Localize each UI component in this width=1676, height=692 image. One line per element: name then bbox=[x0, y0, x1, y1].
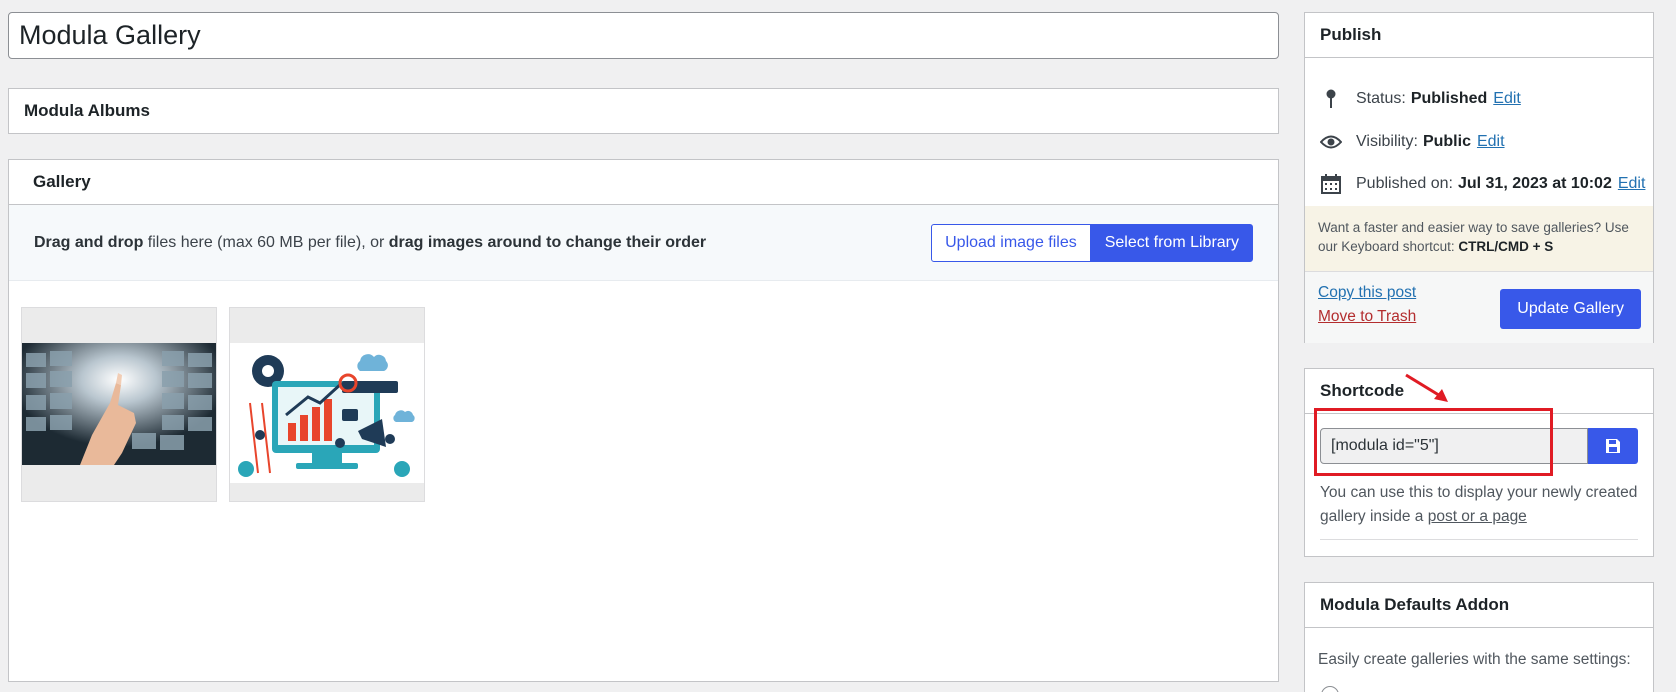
update-gallery-button[interactable]: Update Gallery bbox=[1500, 289, 1641, 329]
calendar-icon bbox=[1320, 173, 1342, 195]
gallery-thumbnails bbox=[21, 307, 425, 502]
defaults-radio[interactable] bbox=[1321, 686, 1339, 692]
dropzone-text-1: files here (max 60 MB per file), or bbox=[143, 233, 389, 251]
gallery-box: Gallery Drag and drop files here (max 60… bbox=[8, 159, 1279, 682]
visibility-row: Visibility: Public Edit bbox=[1320, 131, 1505, 153]
copy-post-link[interactable]: Copy this post bbox=[1318, 284, 1416, 302]
save-icon bbox=[1606, 439, 1620, 453]
shortcode-description: You can use this to display your newly c… bbox=[1320, 481, 1640, 529]
dropzone-strong-2: drag images around to change their order bbox=[388, 233, 707, 251]
publish-box-title[interactable]: Publish bbox=[1305, 13, 1653, 58]
copy-shortcode-button[interactable] bbox=[1588, 428, 1638, 464]
status-value: Published bbox=[1410, 90, 1488, 107]
defaults-addon-title[interactable]: Modula Defaults Addon bbox=[1305, 583, 1653, 628]
select-from-library-button[interactable]: Select from Library bbox=[1090, 223, 1253, 262]
publish-actions: Copy this post Move to Trash Update Gall… bbox=[1305, 271, 1653, 343]
shortcode-divider bbox=[1320, 539, 1638, 540]
dropzone-strong-1: Drag and drop bbox=[34, 233, 144, 251]
notice-shortcut: CTRL/CMD + S bbox=[1458, 239, 1554, 254]
edit-status-link[interactable]: Edit bbox=[1493, 90, 1521, 108]
status-row: Status: Published Edit bbox=[1320, 88, 1521, 110]
edit-visibility-link[interactable]: Edit bbox=[1477, 133, 1505, 151]
pin-icon bbox=[1320, 88, 1342, 110]
dropzone[interactable]: Drag and drop files here (max 60 MB per … bbox=[9, 205, 1278, 281]
dropzone-text: Drag and drop files here (max 60 MB per … bbox=[34, 234, 706, 252]
eye-icon bbox=[1320, 131, 1342, 153]
edit-date-link[interactable]: Edit bbox=[1618, 175, 1646, 193]
status-label: Status: bbox=[1356, 90, 1406, 107]
post-title-input[interactable] bbox=[8, 12, 1279, 59]
keyboard-shortcut-notice: Want a faster and easier way to save gal… bbox=[1305, 206, 1653, 271]
modula-albums-box: Modula Albums bbox=[8, 88, 1279, 134]
gallery-image-2[interactable] bbox=[229, 307, 425, 502]
published-on-label: Published on: bbox=[1356, 175, 1453, 192]
visibility-label: Visibility: bbox=[1356, 133, 1418, 150]
hand-screens-image bbox=[22, 343, 216, 465]
post-or-page-link[interactable]: post or a page bbox=[1428, 508, 1527, 525]
defaults-addon-text: Easily create galleries with the same se… bbox=[1318, 651, 1631, 668]
gallery-image-1[interactable] bbox=[21, 307, 217, 502]
publish-box: Publish Status: Published Edit Visibilit… bbox=[1304, 12, 1654, 343]
modula-defaults-addon-box: Modula Defaults Addon Easily create gall… bbox=[1304, 582, 1654, 692]
shortcode-highlight-box bbox=[1314, 408, 1553, 476]
gallery-box-title[interactable]: Gallery bbox=[9, 160, 1278, 205]
move-to-trash-link[interactable]: Move to Trash bbox=[1318, 308, 1416, 326]
published-on-row: Published on: Jul 31, 2023 at 10:02 Edit bbox=[1320, 173, 1645, 195]
published-on-value: Jul 31, 2023 at 10:02 bbox=[1457, 175, 1612, 192]
upload-image-files-button[interactable]: Upload image files bbox=[931, 223, 1091, 262]
albums-box-title[interactable]: Modula Albums bbox=[9, 89, 1278, 133]
arrow-icon bbox=[1405, 373, 1448, 402]
upload-button-group: Upload image files Select from Library bbox=[931, 223, 1253, 262]
marketing-illustration-image bbox=[230, 343, 424, 483]
visibility-value: Public bbox=[1422, 133, 1471, 150]
